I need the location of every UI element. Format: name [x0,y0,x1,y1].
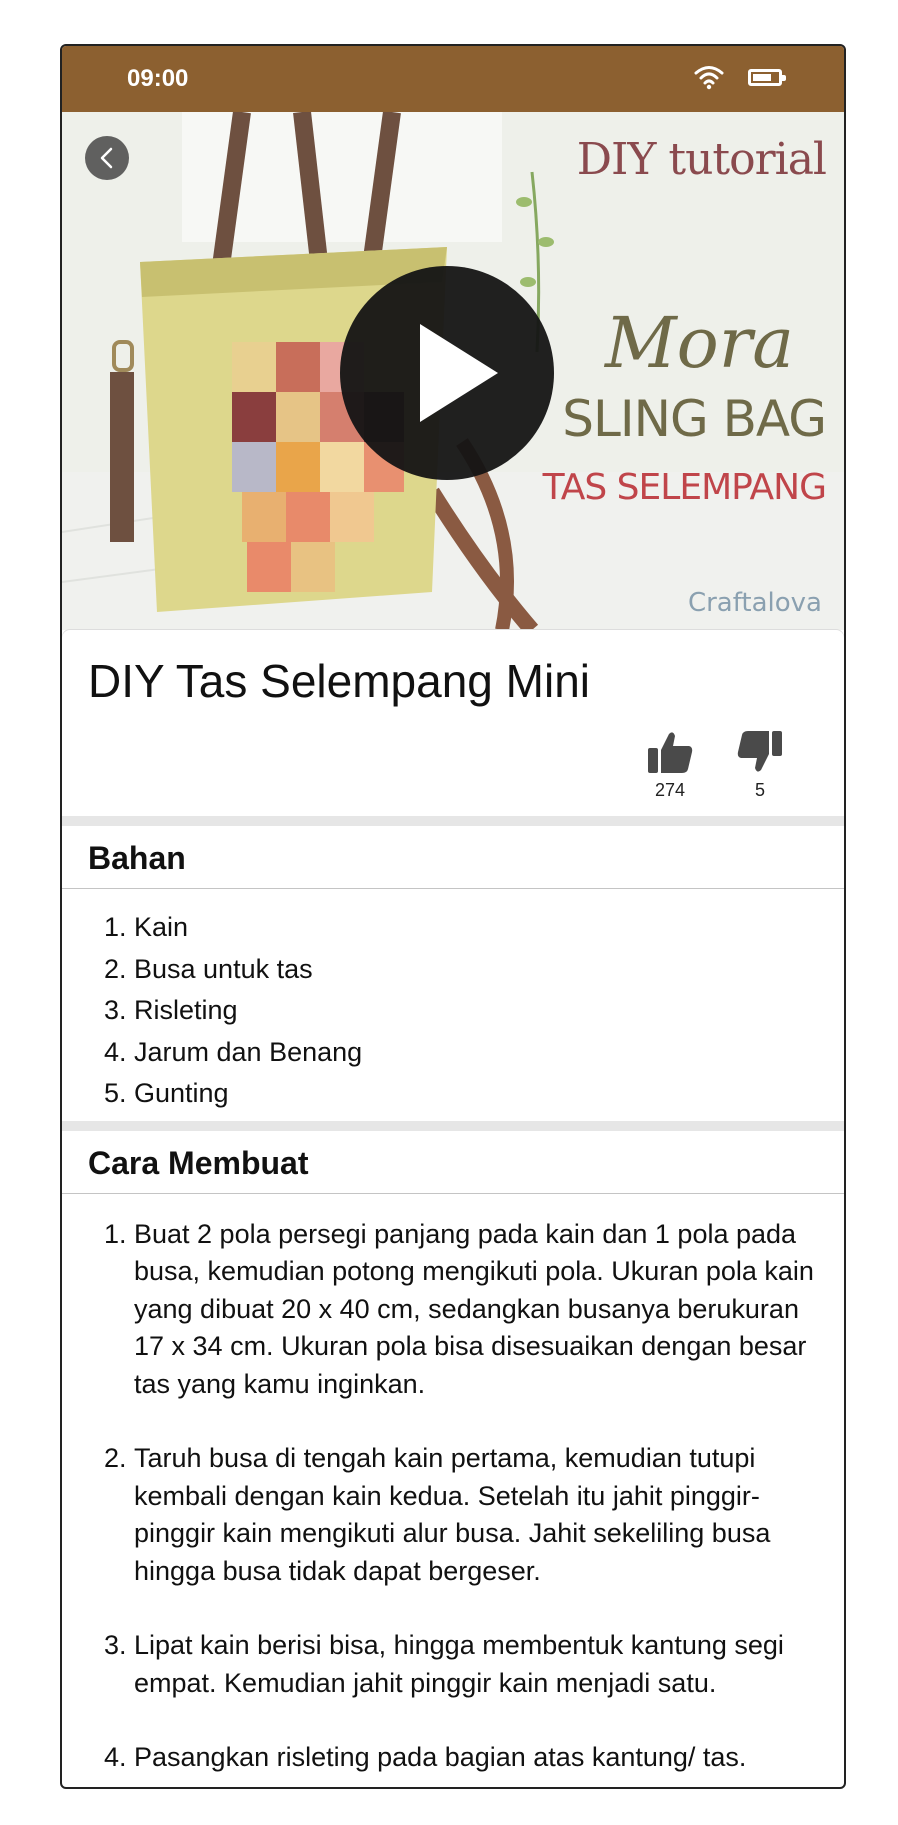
title-card: DIY Tas Selempang Mini 274 5 [62,630,844,816]
phone-frame: 09:00 DIY tutorial Mora SLING BAG TAS SE… [60,44,846,1789]
list-item: Kain [134,907,844,949]
bahan-list: Kain Busa untuk tas Risleting Jarum dan … [62,889,844,1121]
section-separator [62,816,844,826]
section-separator [62,1120,844,1131]
thumbs-down-icon [737,731,782,772]
list-item: Jarum dan Benang [134,1032,844,1074]
cara-heading: Cara Membuat [88,1144,309,1181]
back-icon [100,147,113,169]
bahan-heading: Bahan [88,840,186,876]
status-bar: 09:00 [62,46,844,112]
like-count: 274 [654,780,686,800]
article-title: DIY Tas Selempang Mini [88,655,591,707]
dislike-count: 5 [754,780,765,800]
video-thumbnail[interactable]: DIY tutorial Mora SLING BAG TAS SELEMPAN… [62,112,844,630]
back-button[interactable] [85,136,129,180]
list-item: Gunting [134,1073,844,1115]
play-button[interactable] [340,266,554,480]
hero-headline: SLING BAG [562,390,827,448]
cara-section: Cara Membuat Buat 2 pola persegi panjang… [62,1130,844,1777]
hero-brand: Craftalova [687,588,822,618]
steps-list: Buat 2 pola persegi panjang pada kain da… [62,1194,844,1777]
step-item: Pasangkan risleting pada bagian atas kan… [134,1739,824,1777]
battery-icon [748,69,786,86]
step-item: Lipat kain berisi bisa, hingga membentuk… [134,1627,824,1702]
list-item: Risleting [134,990,844,1032]
list-item: Busa untuk tas [134,949,844,991]
thumbs-up-icon [648,732,693,773]
step-item: Taruh busa di tengah kain pertama, kemud… [134,1440,824,1590]
dislike-button[interactable]: 5 [730,730,790,801]
play-icon [420,324,498,422]
hero-title-line: DIY tutorial [576,134,827,185]
step-item: Buat 2 pola persegi panjang pada kain da… [134,1216,824,1404]
bahan-section: Bahan Kain Busa untuk tas Risleting Jaru… [62,826,844,1121]
hero-subheadline: TAS SELEMPANG [542,467,827,508]
status-time: 09:00 [127,65,189,92]
wifi-icon [694,66,724,90]
hero-script-word: Mora [604,302,794,384]
like-button[interactable]: 274 [640,730,700,801]
